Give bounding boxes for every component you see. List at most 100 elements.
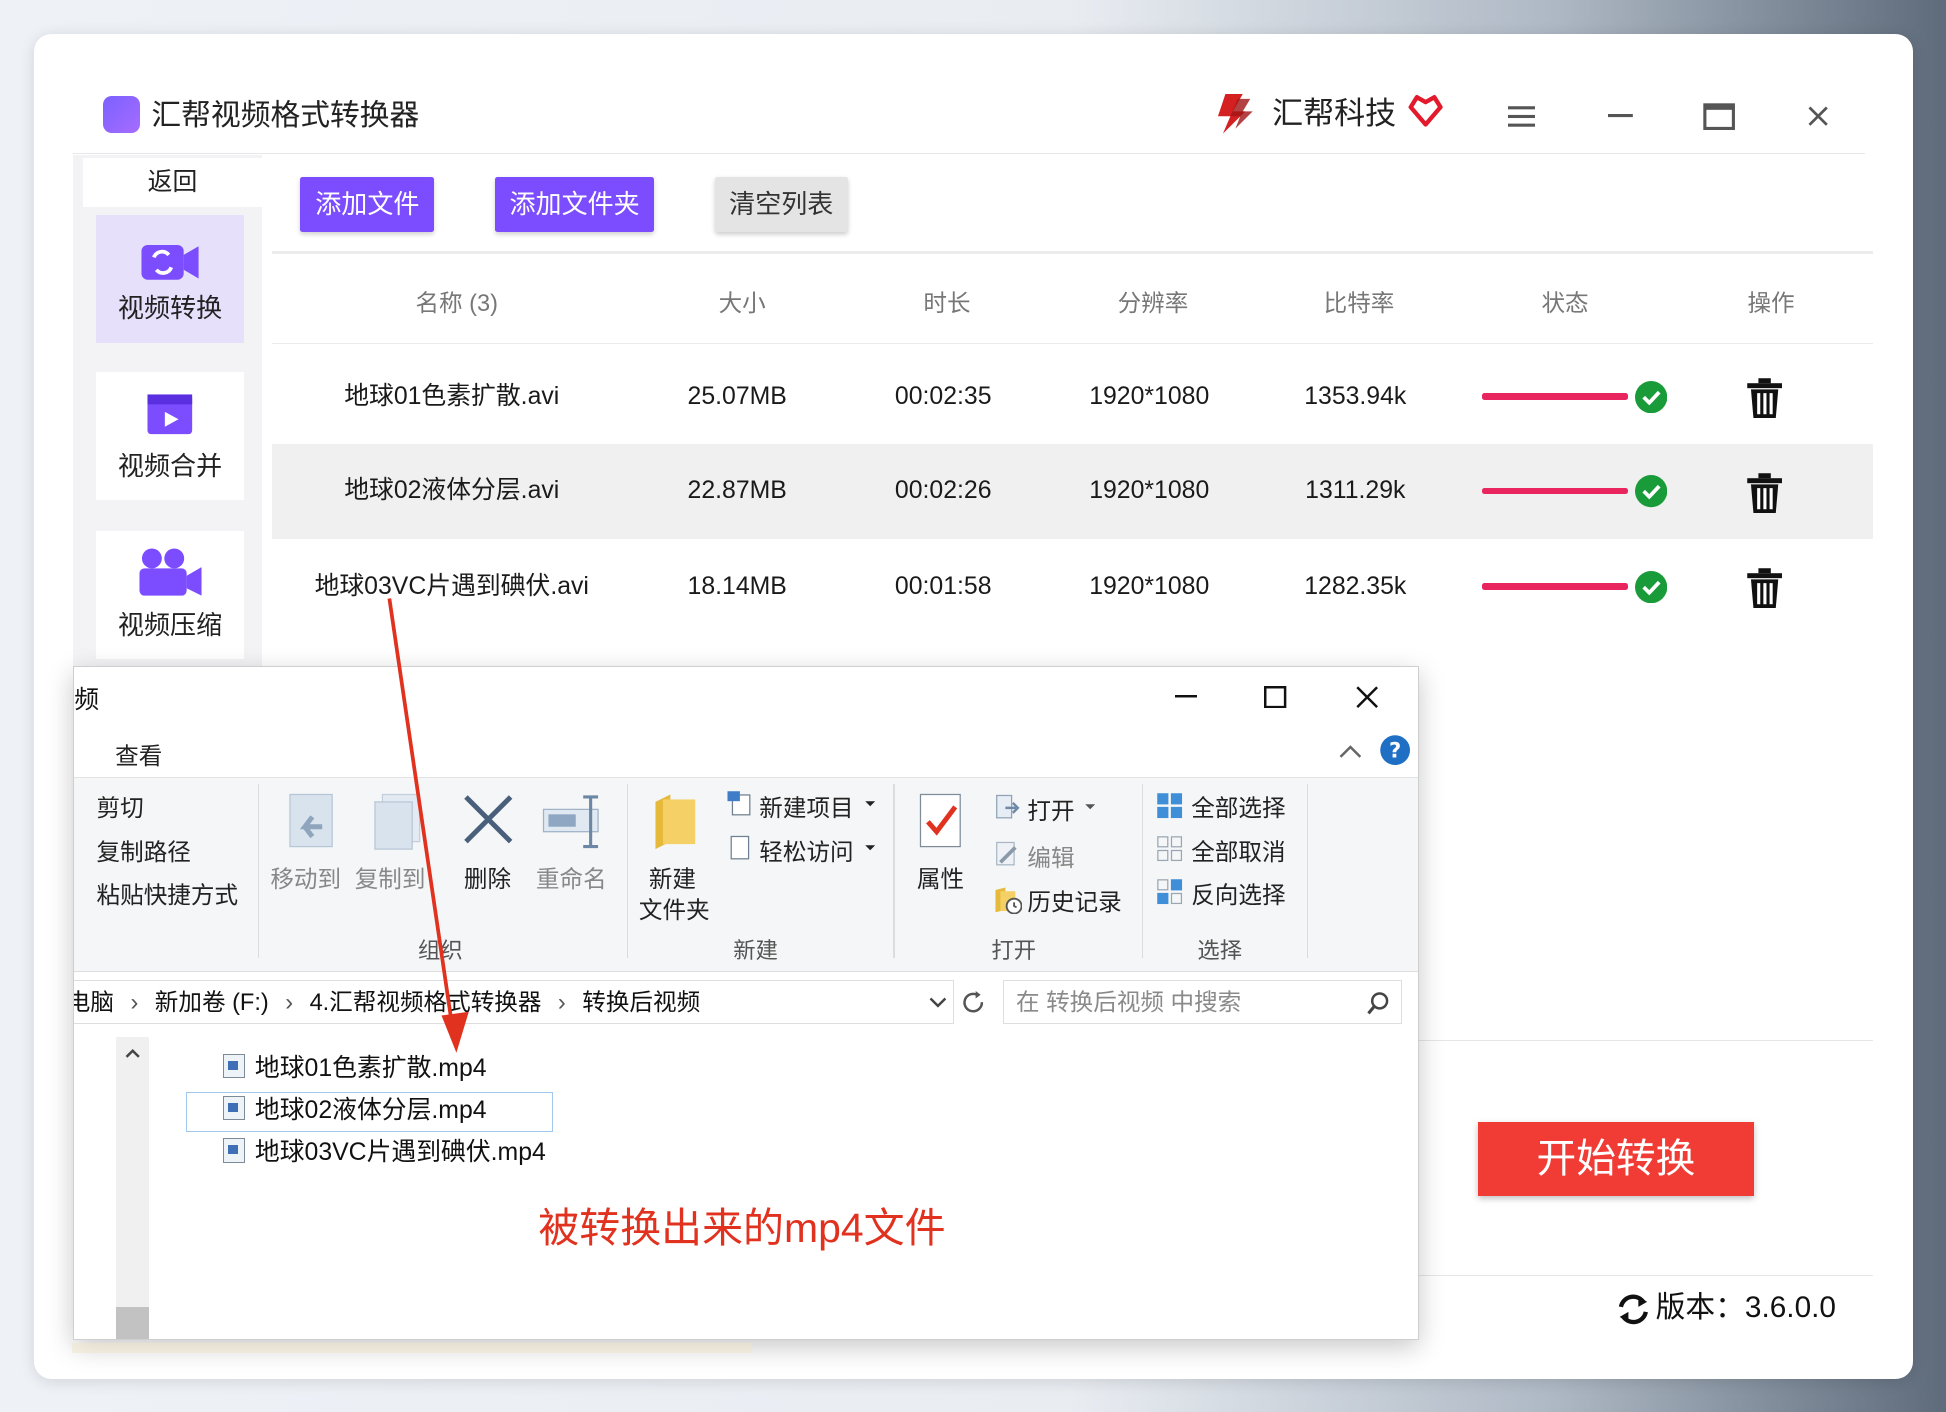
app-logo-icon xyxy=(103,95,141,133)
col-header-size[interactable]: 大小 xyxy=(680,284,804,318)
new-folder-button-line1[interactable]: 新建 xyxy=(649,860,696,894)
new-item-button[interactable]: 新建项目 xyxy=(759,789,853,823)
edit-icon xyxy=(995,841,1017,866)
search-placeholder: 在 转换后视频 中搜索 xyxy=(1015,989,1242,1016)
explorer-minimize-icon[interactable] xyxy=(1161,677,1211,717)
minimize-icon[interactable] xyxy=(1602,98,1639,135)
file-explorer-window: 频 查看 ? 剪切 复制路径 粘贴快捷方式 移动到 复制到 删除 重命名 组织 … xyxy=(73,666,1420,1340)
select-none-button[interactable]: 全部取消 xyxy=(1191,833,1285,867)
app-title: 汇帮视频格式转换器 xyxy=(151,98,420,132)
easy-access-icon xyxy=(730,835,749,860)
file-bitrate: 1353.94k xyxy=(1304,382,1407,410)
ribbon-divider xyxy=(1306,784,1308,958)
search-input[interactable]: 在 转换后视频 中搜索 xyxy=(1002,980,1402,1025)
help-icon[interactable]: ? xyxy=(1379,734,1411,766)
video-convert-icon xyxy=(141,244,199,280)
video-file-icon xyxy=(223,1096,245,1121)
video-compress-icon xyxy=(138,548,202,596)
tab-view[interactable]: 查看 xyxy=(115,737,162,771)
explorer-close-icon[interactable] xyxy=(1343,677,1393,717)
group-new-label: 新建 xyxy=(733,938,778,964)
new-item-dropdown-icon[interactable] xyxy=(864,800,876,807)
sidebar-item-video-compress[interactable]: 视频压缩 xyxy=(95,531,245,660)
invert-selection-button[interactable]: 反向选择 xyxy=(1191,876,1285,910)
file-name: 地球02液体分层.avi xyxy=(344,477,560,505)
table-row[interactable]: 地球02液体分层.avi 22.87MB 00:02:26 1920*1080 … xyxy=(271,444,1873,539)
breadcrumb-item[interactable]: 转换后视频 xyxy=(582,989,700,1015)
col-header-bitrate[interactable]: 比特率 xyxy=(1297,284,1421,318)
col-header-resolution[interactable]: 分辨率 xyxy=(1091,284,1215,318)
sidebar-item-label: 视频合并 xyxy=(117,450,223,481)
scroll-up-icon[interactable] xyxy=(124,1047,141,1059)
collapse-ribbon-icon[interactable] xyxy=(1338,742,1363,759)
edit-button[interactable]: 编辑 xyxy=(1027,839,1074,873)
easy-access-button[interactable]: 轻松访问 xyxy=(759,833,853,867)
rename-button[interactable]: 重命名 xyxy=(536,860,607,894)
start-convert-button[interactable]: 开始转换 xyxy=(1478,1121,1754,1197)
scrollbar[interactable] xyxy=(116,1037,149,1339)
trash-icon[interactable] xyxy=(1746,377,1783,419)
bottom-strip xyxy=(71,1342,753,1353)
sidebar-item-label: 视频转换 xyxy=(117,293,223,324)
table-row[interactable]: 地球03VC片遇到碘伏.avi 18.14MB 00:01:58 1920*10… xyxy=(272,540,1873,634)
search-icon[interactable] xyxy=(1366,991,1391,1016)
add-folder-button[interactable]: 添加文件夹 xyxy=(495,177,655,233)
trash-icon[interactable] xyxy=(1746,472,1783,514)
sidebar-item-video-merge[interactable]: 视频合并 xyxy=(95,372,245,501)
list-item[interactable]: 地球02液体分层.mp4 xyxy=(223,1092,487,1129)
clear-list-button[interactable]: 清空列表 xyxy=(714,177,848,233)
scroll-thumb[interactable] xyxy=(116,1306,149,1339)
easy-access-dropdown-icon[interactable] xyxy=(864,844,876,851)
cut-button[interactable]: 剪切 xyxy=(97,789,144,823)
ribbon-divider xyxy=(1141,784,1143,958)
back-button[interactable]: 返回 xyxy=(83,157,262,208)
file-duration: 00:01:58 xyxy=(894,572,992,600)
sidebar-item-video-convert[interactable]: 视频转换 xyxy=(95,214,245,343)
file-resolution: 1920*1080 xyxy=(1089,477,1210,505)
breadcrumb-item[interactable]: 新加卷 (F:) xyxy=(155,989,269,1015)
copy-path-button[interactable]: 复制路径 xyxy=(97,833,191,867)
table-row[interactable]: 地球01色素扩散.avi 25.07MB 00:02:35 1920*1080 … xyxy=(272,350,1873,444)
col-header-action[interactable]: 操作 xyxy=(1709,284,1833,318)
history-icon xyxy=(995,887,1023,915)
list-item[interactable]: 地球03VC片遇到碘伏.mp4 xyxy=(223,1134,546,1171)
file-size: 18.14MB xyxy=(687,572,787,600)
col-header-name[interactable]: 名称 (3) xyxy=(333,284,581,318)
group-select-label: 选择 xyxy=(1197,938,1243,964)
file-duration: 00:02:26 xyxy=(894,477,992,505)
open-dropdown-icon[interactable] xyxy=(1084,803,1096,810)
title-divider xyxy=(73,152,1866,154)
close-icon[interactable] xyxy=(1800,98,1837,135)
refresh-icon[interactable] xyxy=(1616,1292,1651,1327)
open-icon xyxy=(995,794,1020,819)
video-file-icon xyxy=(223,1053,245,1079)
refresh-path-icon[interactable] xyxy=(962,991,987,1016)
paste-shortcut-button[interactable]: 粘贴快捷方式 xyxy=(97,876,238,910)
file-size: 25.07MB xyxy=(687,382,787,410)
history-button[interactable]: 历史记录 xyxy=(1027,883,1121,917)
annotation-arrow xyxy=(387,597,470,1053)
video-file-icon xyxy=(223,1138,245,1163)
svg-text:?: ? xyxy=(1389,738,1401,763)
file-resolution: 1920*1080 xyxy=(1089,382,1210,410)
file-resolution: 1920*1080 xyxy=(1089,572,1210,600)
chevron-down-icon[interactable] xyxy=(928,996,948,1008)
address-bar[interactable]: 电脑 › 新加卷 (F:) › 4.汇帮视频格式转换器 › 转换后视频 xyxy=(74,980,954,1025)
trash-icon[interactable] xyxy=(1746,567,1783,609)
progress-bar xyxy=(1481,583,1629,590)
invert-selection-icon xyxy=(1157,879,1183,905)
properties-button[interactable]: 属性 xyxy=(917,860,964,894)
col-header-duration[interactable]: 时长 xyxy=(885,284,1009,318)
move-to-button[interactable]: 移动到 xyxy=(270,860,341,894)
new-folder-icon xyxy=(655,794,695,849)
explorer-maximize-icon[interactable] xyxy=(1251,677,1301,717)
select-all-button[interactable]: 全部选择 xyxy=(1191,789,1285,823)
maximize-icon[interactable] xyxy=(1700,98,1737,135)
add-file-button[interactable]: 添加文件 xyxy=(300,177,435,233)
open-button[interactable]: 打开 xyxy=(1027,792,1074,826)
breadcrumb-item[interactable]: 电脑 xyxy=(74,989,114,1015)
col-header-status[interactable]: 状态 xyxy=(1503,284,1627,318)
new-folder-button-line2[interactable]: 文件夹 xyxy=(639,891,710,925)
menu-icon[interactable] xyxy=(1503,98,1540,135)
chevron-right-icon: › xyxy=(557,989,566,1016)
